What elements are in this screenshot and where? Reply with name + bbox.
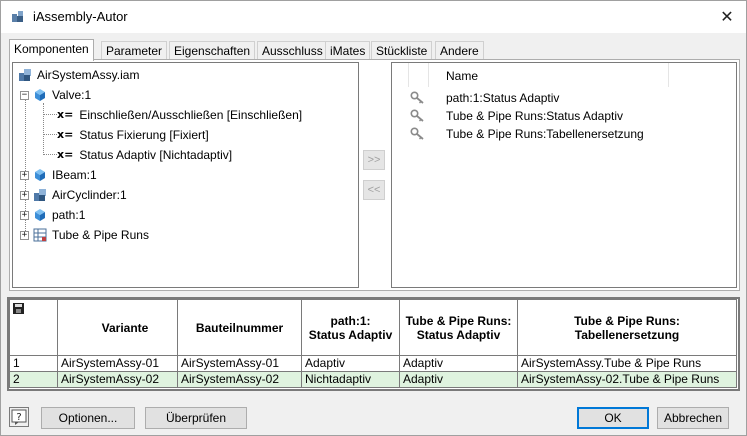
cancel-button[interactable]: Abbrechen (657, 407, 729, 429)
key-icon (410, 127, 424, 140)
options-button[interactable]: Optionen... (41, 407, 135, 429)
parameter-icon: x= (57, 148, 74, 161)
close-icon: ✕ (720, 9, 734, 26)
tree-node-label: IBeam:1 (52, 168, 97, 182)
tree-node-label: AirCyclinder:1 (52, 188, 127, 202)
help-icon: ? (11, 409, 27, 425)
window-title: iAssembly-Autor (33, 9, 128, 24)
help-button[interactable]: ? (9, 407, 29, 427)
tree-node-path[interactable]: + path:1 (20, 206, 85, 224)
cell-tpr-table[interactable]: AirSystemAssy.Tube & Pipe Runs (517, 355, 737, 372)
part-cube-icon (35, 89, 45, 101)
tree-line (43, 154, 57, 155)
column-header-path-status[interactable]: path:1: Status Adaptiv (301, 299, 400, 356)
close-button[interactable]: ✕ (713, 5, 741, 29)
list-item[interactable]: Tube & Pipe Runs:Tabellenersetzung (392, 125, 736, 143)
remove-button[interactable]: << (363, 180, 385, 200)
add-button[interactable]: >> (363, 150, 385, 170)
column-header-tpr-table[interactable]: Tube & Pipe Runs: Tabellenersetzung (517, 299, 737, 356)
komponenten-panel: AirSystemAssy.iam − Valve:1 x= Einschlie… (9, 59, 740, 291)
list-item[interactable]: Tube & Pipe Runs:Status Adaptiv (392, 107, 736, 125)
tree-line (43, 134, 57, 135)
row-number[interactable]: 2 (9, 371, 58, 388)
column-header-variante[interactable]: Variante (57, 299, 178, 356)
tab-eigenschaften[interactable]: Eigenschaften (169, 41, 256, 60)
save-disk-icon (13, 303, 24, 314)
column-separator (428, 63, 429, 87)
tab-parameter[interactable]: Parameter (101, 41, 168, 60)
subassembly-icon (34, 189, 46, 201)
table-row[interactable]: 2 AirSystemAssy-02 AirSystemAssy-02 Nich… (9, 371, 737, 388)
tab-andere[interactable]: Andere (435, 41, 484, 60)
list-item-label: path:1:Status Adaptiv (446, 91, 560, 105)
cell-path-status[interactable]: Nichtadaptiv (301, 371, 400, 388)
column-header-tpr-status[interactable]: Tube & Pipe Runs: Status Adaptiv (399, 299, 518, 356)
tab-ausschluss[interactable]: Ausschluss (257, 41, 328, 60)
part-cube-icon (35, 169, 45, 181)
row-number-header[interactable] (9, 299, 58, 356)
pipe-runs-icon (33, 228, 47, 242)
ok-button[interactable]: OK (577, 407, 649, 429)
expand-toggle[interactable]: + (20, 170, 29, 180)
tree-node-label: Tube & Pipe Runs (52, 228, 149, 242)
key-icon (410, 91, 424, 104)
tree-node-label: AirSystemAssy.iam (37, 68, 140, 82)
collapse-toggle[interactable]: − (20, 90, 29, 100)
cell-tpr-table[interactable]: AirSystemAssy-02.Tube & Pipe Runs (517, 371, 737, 388)
tree-node-label: Status Adaptiv [Nichtadaptiv] (79, 148, 233, 162)
column-header-bauteilnummer[interactable]: Bauteilnummer (177, 299, 302, 356)
svg-text:?: ? (16, 412, 21, 423)
column-separator (668, 63, 669, 87)
column-header-name[interactable]: Name (446, 69, 478, 83)
table-header-row: Variante Bauteilnummer path:1: Status Ad… (9, 299, 737, 356)
iassembly-author-dialog: iAssembly-Autor ✕ Komponenten Parameter … (0, 0, 747, 436)
expand-toggle[interactable]: + (20, 190, 29, 200)
tree-node-tube-pipe-runs[interactable]: + Tube & Pipe Runs (20, 226, 149, 244)
title-bar: iAssembly-Autor ✕ (1, 1, 746, 33)
list-header: Name (392, 63, 736, 89)
tree-line (43, 103, 44, 153)
list-item-label: Tube & Pipe Runs:Status Adaptiv (446, 109, 623, 123)
tree-line (43, 114, 57, 115)
component-tree[interactable]: AirSystemAssy.iam − Valve:1 x= Einschlie… (12, 62, 359, 288)
cell-tpr-status[interactable]: Adaptiv (399, 355, 518, 372)
key-icon (410, 109, 424, 122)
variant-table: Variante Bauteilnummer path:1: Status Ad… (7, 297, 740, 391)
tree-node-label: Valve:1 (52, 88, 92, 102)
tree-node-label: path:1 (52, 208, 86, 222)
row-number[interactable]: 1 (9, 355, 58, 372)
assembly-icon (12, 11, 23, 22)
table-row[interactable]: 1 AirSystemAssy-01 AirSystemAssy-01 Adap… (9, 355, 737, 372)
cell-variante[interactable]: AirSystemAssy-01 (57, 355, 178, 372)
cell-tpr-status[interactable]: Adaptiv (399, 371, 518, 388)
cell-path-status[interactable]: Adaptiv (301, 355, 400, 372)
list-item-label: Tube & Pipe Runs:Tabellenersetzung (446, 127, 644, 141)
part-cube-icon (35, 209, 45, 221)
expand-toggle[interactable]: + (20, 210, 29, 220)
assembly-icon (19, 69, 31, 81)
tab-stueckliste[interactable]: Stückliste (371, 41, 433, 60)
tree-node-aircyclinder[interactable]: + AirCyclinder:1 (20, 186, 127, 204)
tab-imates[interactable]: iMates (325, 41, 371, 60)
parameter-icon: x= (57, 128, 74, 141)
tree-node-label: Einschließen/Ausschließen [Einschließen] (79, 108, 303, 122)
tree-node-ibeam[interactable]: + IBeam:1 (20, 166, 97, 184)
tree-node-valve[interactable]: − Valve:1 (20, 86, 91, 104)
tab-komponenten[interactable]: Komponenten (9, 39, 94, 61)
tree-node-param[interactable]: x= Status Fixierung [Fixiert] (57, 126, 209, 144)
selected-keys-list[interactable]: Name path:1:Status Adaptiv Tube & Pipe R… (391, 62, 737, 288)
column-separator (408, 63, 409, 87)
tree-node-root[interactable]: AirSystemAssy.iam (18, 66, 139, 84)
parameter-icon: x= (57, 108, 74, 121)
list-item[interactable]: path:1:Status Adaptiv (392, 89, 736, 107)
tree-node-label: Status Fixierung [Fixiert] (79, 128, 209, 142)
check-button[interactable]: Überprüfen (145, 407, 247, 429)
cell-bauteilnummer[interactable]: AirSystemAssy-02 (177, 371, 302, 388)
cell-bauteilnummer[interactable]: AirSystemAssy-01 (177, 355, 302, 372)
expand-toggle[interactable]: + (20, 230, 29, 240)
tree-node-param[interactable]: x= Status Adaptiv [Nichtadaptiv] (57, 146, 232, 164)
tree-node-param[interactable]: x= Einschließen/Ausschließen [Einschließ… (57, 106, 302, 124)
cell-variante[interactable]: AirSystemAssy-02 (57, 371, 178, 388)
